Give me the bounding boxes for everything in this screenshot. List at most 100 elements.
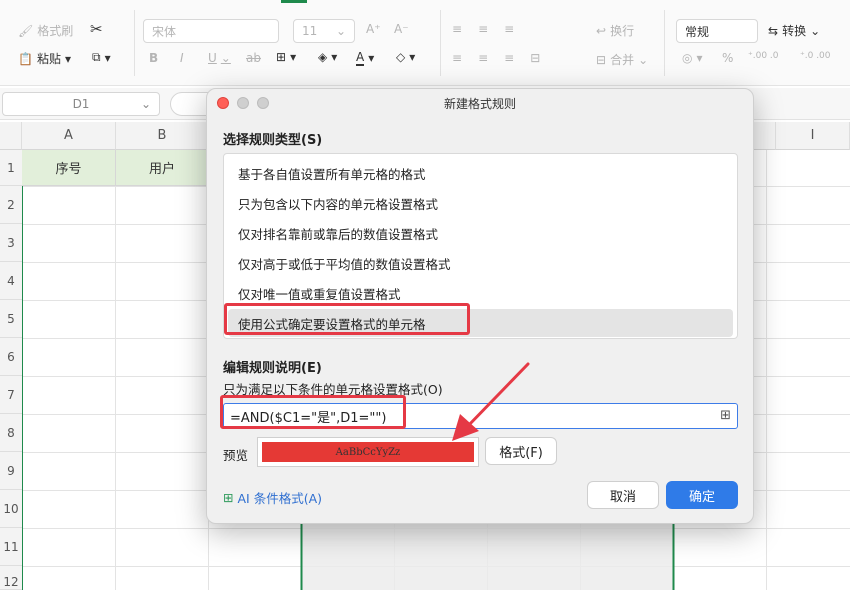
cell-b1[interactable]: 用户 [116,150,209,186]
align-top-icon[interactable]: ≡ [452,22,462,36]
percent-icon: % [722,51,734,65]
row-header[interactable]: 11 [0,528,22,566]
align-center-icon[interactable]: ≡ [478,51,488,65]
select-all-corner[interactable] [0,122,22,150]
rule-type-item[interactable]: 仅对高于或低于平均值的数值设置格式 [228,249,733,277]
ai-table-icon: ⊞ [223,490,234,505]
vertical-align-group: ≡ ≡ ≡ [452,22,514,36]
rule-type-heading: 选择规则类型(S) [223,133,323,148]
name-box[interactable]: D1 ⌄ [2,92,160,116]
active-tab-indicator [281,0,307,3]
align-middle-icon[interactable]: ≡ [478,22,488,36]
wrap-text-button[interactable]: ↩ 换行 [596,22,634,39]
font-name-select[interactable]: 宋体 [143,19,279,43]
column-header-i[interactable]: I [776,122,850,150]
decrease-decimal-icon: ⁺.0 .00 [800,51,831,61]
row-header[interactable]: 6 [0,338,22,376]
row-header[interactable]: 5 [0,300,22,338]
rule-type-item-selected[interactable]: 使用公式确定要设置格式的单元格 [228,309,733,337]
copy-icon: ⧉ [92,50,101,64]
font-shrink-icon: A⁻ [394,22,409,36]
preview-label: 预览 [223,448,249,463]
paint-bucket-icon: ◈ [318,50,328,64]
ribbon-toolbar: 🖌 格式刷 ✂ 📋 粘贴 ▾ ⧉ ▾ 宋体 11 ⌄ A⁺ A⁻ B I U ⌄ … [0,0,850,86]
ok-button[interactable]: 确定 [666,481,738,509]
column-header-b[interactable]: B [116,122,209,150]
cell-a1[interactable]: 序号 [22,150,116,186]
format-painter-button[interactable]: 🖌 格式刷 [18,22,73,39]
row-header[interactable]: 7 [0,376,22,414]
rule-type-item[interactable]: 基于各自值设置所有单元格的格式 [228,159,733,187]
new-format-rule-dialog: 新建格式规则 选择规则类型(S) 基于各自值设置所有单元格的格式 只为包含以下内… [206,88,754,524]
range-picker-icon[interactable]: ⊞ [720,408,731,423]
fill-color-button[interactable]: ◈ ▾ [318,50,337,64]
formula-zoom-button[interactable] [170,92,210,116]
underline-button[interactable]: U ⌄ [208,51,231,65]
align-right-icon[interactable]: ≡ [504,51,514,65]
strikethrough-icon: ab [246,51,261,65]
strikethrough-button[interactable]: ab [246,51,261,65]
rule-type-item[interactable]: 仅对唯一值或重复值设置格式 [228,279,733,307]
clear-button[interactable]: ◇ ▾ [396,50,415,64]
font-grow-button[interactable]: A⁺ [366,22,381,36]
decrease-decimal-button[interactable]: ⁺.0 .00 [800,51,831,61]
dialog-title-bar: 新建格式规则 [207,89,753,117]
copy-button[interactable]: ⧉ ▾ [92,50,111,65]
chevron-down-icon: ⌄ [335,24,346,38]
row-header[interactable]: 9 [0,452,22,490]
increase-decimal-button[interactable]: ⁺.00 .0 [748,51,779,61]
toolbar-separator [664,10,665,76]
toolbar-separator [134,10,135,76]
row-header[interactable]: 3 [0,224,22,262]
row-header[interactable]: 10 [0,490,22,528]
formula-input[interactable]: =AND($C1="是",D1="") ⊞ [223,403,738,429]
wrap-icon: ↩ [596,23,607,38]
font-shrink-button[interactable]: A⁻ [394,22,409,36]
row-header[interactable]: 8 [0,414,22,452]
close-window-button[interactable] [217,97,229,109]
merge-button[interactable]: ⊟ 合并 ⌄ [596,51,648,68]
row-header[interactable]: 2 [0,186,22,224]
chevron-down-icon: ⌄ [140,97,151,111]
font-grow-icon: A⁺ [366,22,381,36]
merge-icon: ⊟ [596,52,607,67]
italic-icon: I [180,51,184,65]
scissors-icon: ✂ [90,20,103,38]
row-header[interactable]: 1 [0,150,22,186]
zoom-window-button[interactable] [257,97,269,109]
underline-icon: U [208,51,217,65]
increase-decimal-icon: ⁺.00 .0 [748,51,779,61]
minimize-window-button[interactable] [237,97,249,109]
condition-label: 只为满足以下条件的单元格设置格式(O) [223,382,443,397]
cancel-button[interactable]: 取消 [587,481,659,509]
font-color-button[interactable]: A ▾ [356,50,374,66]
convert-icon: ⇆ [768,23,779,38]
paste-button[interactable]: 📋 粘贴 ▾ [18,50,71,67]
edit-rule-heading: 编辑规则说明(E) [223,361,322,376]
borders-button[interactable]: ⊞ ▾ [276,50,296,64]
ai-conditional-format-link[interactable]: ⊞ AI 条件格式(A) [223,488,322,507]
rule-type-item[interactable]: 仅对排名靠前或靠后的数值设置格式 [228,219,733,247]
format-button[interactable]: 格式(F) [485,437,557,465]
align-bottom-icon[interactable]: ≡ [504,22,514,36]
column-header-a[interactable]: A [22,122,116,150]
row-header[interactable]: 4 [0,262,22,300]
currency-button[interactable]: ◎ ▾ [682,51,703,65]
horizontal-align-group: ≡ ≡ ≡ ⊟ [452,51,540,65]
number-format-select[interactable]: 常规 [676,19,758,43]
toolbar-separator [440,10,441,76]
convert-button[interactable]: ⇆ 转换 ⌄ [768,22,820,39]
bold-icon: B [149,51,159,65]
rule-type-item[interactable]: 只为包含以下内容的单元格设置格式 [228,189,733,217]
chevron-down-icon: ▾ [104,50,111,65]
row-header[interactable]: 12 [0,566,22,590]
clipboard-icon: 📋 [18,51,33,66]
coins-icon: ◎ [682,51,693,65]
cut-button[interactable]: ✂ [90,20,103,38]
bold-button[interactable]: B [149,51,158,65]
percent-button[interactable]: % [722,51,733,65]
align-left-icon[interactable]: ≡ [452,51,462,65]
distribute-icon[interactable]: ⊟ [530,51,540,65]
italic-button[interactable]: I [180,51,184,65]
font-size-select[interactable]: 11 ⌄ [293,19,355,43]
